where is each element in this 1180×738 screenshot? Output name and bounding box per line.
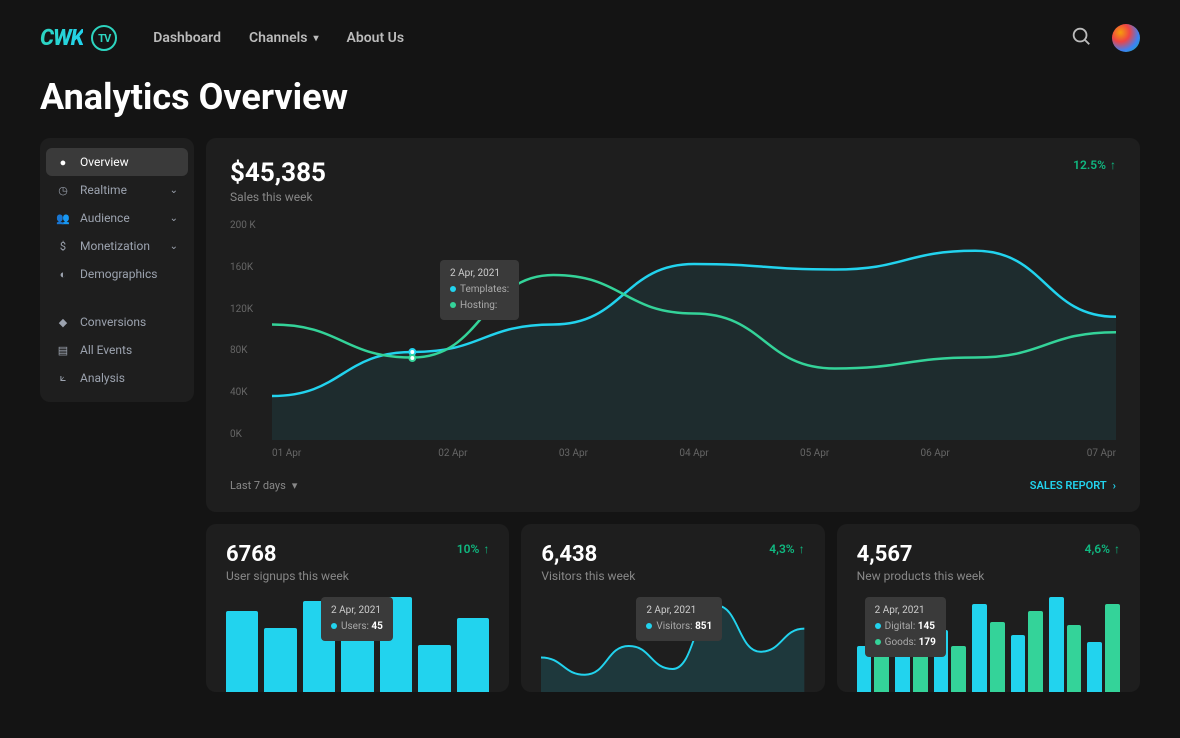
nav-dashboard[interactable]: Dashboard <box>153 30 221 46</box>
top-nav: Dashboard Channels▾ About Us <box>153 30 404 46</box>
sidebar-item-all-events[interactable]: ▤All Events <box>46 336 188 364</box>
sales-chart: 200 K160K120K80K40K0K 2 Apr, 2021 Templa… <box>230 220 1116 459</box>
sidebar-item-overview[interactable]: ●Overview <box>46 148 188 176</box>
logo-badge: TV <box>91 25 117 51</box>
nav-channels[interactable]: Channels▾ <box>249 30 319 46</box>
sidebar-item-demographics[interactable]: ◐Demographics <box>46 260 188 288</box>
chart-tooltip: 2 Apr, 2021 Digital: 145Goods: 179 <box>865 597 946 657</box>
sidebar-item-analysis[interactable]: ⟀Analysis <box>46 364 188 392</box>
small-card-1: 6,438 Visitors this week 4,3%↑ 2 Apr, 20… <box>521 524 824 692</box>
sidebar-item-realtime[interactable]: ◷Realtime⌄ <box>46 176 188 204</box>
chart-tooltip: 2 Apr, 2021 Visitors: 851 <box>636 597 722 641</box>
sales-report-link[interactable]: SALES REPORT › <box>1030 479 1116 492</box>
logo[interactable]: CWK TV <box>40 25 117 51</box>
sidebar-icon: 👥 <box>56 212 70 225</box>
sidebar-item-monetization[interactable]: $Monetization⌄ <box>46 232 188 260</box>
sidebar-icon: ▤ <box>56 344 70 357</box>
sidebar-icon: ⟀ <box>56 371 70 385</box>
mini-chart: 2 Apr, 2021 Visitors: 851 <box>541 597 804 692</box>
mini-chart: 2 Apr, 2021 Digital: 145Goods: 179 <box>857 597 1120 692</box>
chart-tooltip: 2 Apr, 2021 Templates: Hosting: <box>440 260 519 320</box>
logo-text: CWK <box>40 26 83 51</box>
card-trend: 10%↑ <box>457 542 490 556</box>
sales-subtitle: Sales this week <box>230 190 326 204</box>
card-value: 4,567 <box>857 542 985 567</box>
card-subtitle: Visitors this week <box>541 569 635 583</box>
sales-value: $45,385 <box>230 158 326 188</box>
search-icon[interactable] <box>1070 25 1092 51</box>
avatar[interactable] <box>1112 24 1140 52</box>
chevron-down-icon: ⌄ <box>170 241 178 252</box>
card-trend: 4,6%↑ <box>1085 542 1120 556</box>
sidebar-icon: ◆ <box>56 316 70 329</box>
sidebar-icon: ● <box>56 156 70 169</box>
sales-trend: 12.5% ↑ <box>1073 158 1116 172</box>
sidebar-icon: $ <box>56 240 70 253</box>
sidebar-icon: ◐ <box>56 268 70 281</box>
arrow-up-icon: ↑ <box>799 542 805 556</box>
sales-card: $45,385 Sales this week 12.5% ↑ 200 K160… <box>206 138 1140 512</box>
chevron-down-icon: ⌄ <box>170 213 178 224</box>
arrow-up-icon: ↑ <box>483 542 489 556</box>
card-value: 6768 <box>226 542 349 567</box>
small-card-0: 6768 User signups this week 10%↑ 2 Apr, … <box>206 524 509 692</box>
sidebar-item-conversions[interactable]: ◆Conversions <box>46 308 188 336</box>
nav-about[interactable]: About Us <box>347 30 405 46</box>
chevron-down-icon: ▾ <box>292 479 298 492</box>
range-selector[interactable]: Last 7 days ▾ <box>230 479 297 492</box>
chart-tooltip: 2 Apr, 2021 Users: 45 <box>321 597 393 641</box>
page-title: Analytics Overview <box>0 76 1180 138</box>
sidebar-icon: ◷ <box>56 184 70 197</box>
chevron-down-icon: ▾ <box>313 33 318 44</box>
card-trend: 4,3%↑ <box>769 542 804 556</box>
arrow-up-icon: ↑ <box>1114 542 1120 556</box>
sidebar-item-audience[interactable]: 👥Audience⌄ <box>46 204 188 232</box>
sidebar: ●Overview◷Realtime⌄👥Audience⌄$Monetizati… <box>40 138 194 402</box>
arrow-up-icon: ↑ <box>1110 158 1116 172</box>
card-subtitle: New products this week <box>857 569 985 583</box>
card-value: 6,438 <box>541 542 635 567</box>
chevron-down-icon: ⌄ <box>170 185 178 196</box>
card-subtitle: User signups this week <box>226 569 349 583</box>
small-card-2: 4,567 New products this week 4,6%↑ 2 Apr… <box>837 524 1140 692</box>
chevron-right-icon: › <box>1113 479 1116 492</box>
mini-chart: 2 Apr, 2021 Users: 45 <box>226 597 489 692</box>
